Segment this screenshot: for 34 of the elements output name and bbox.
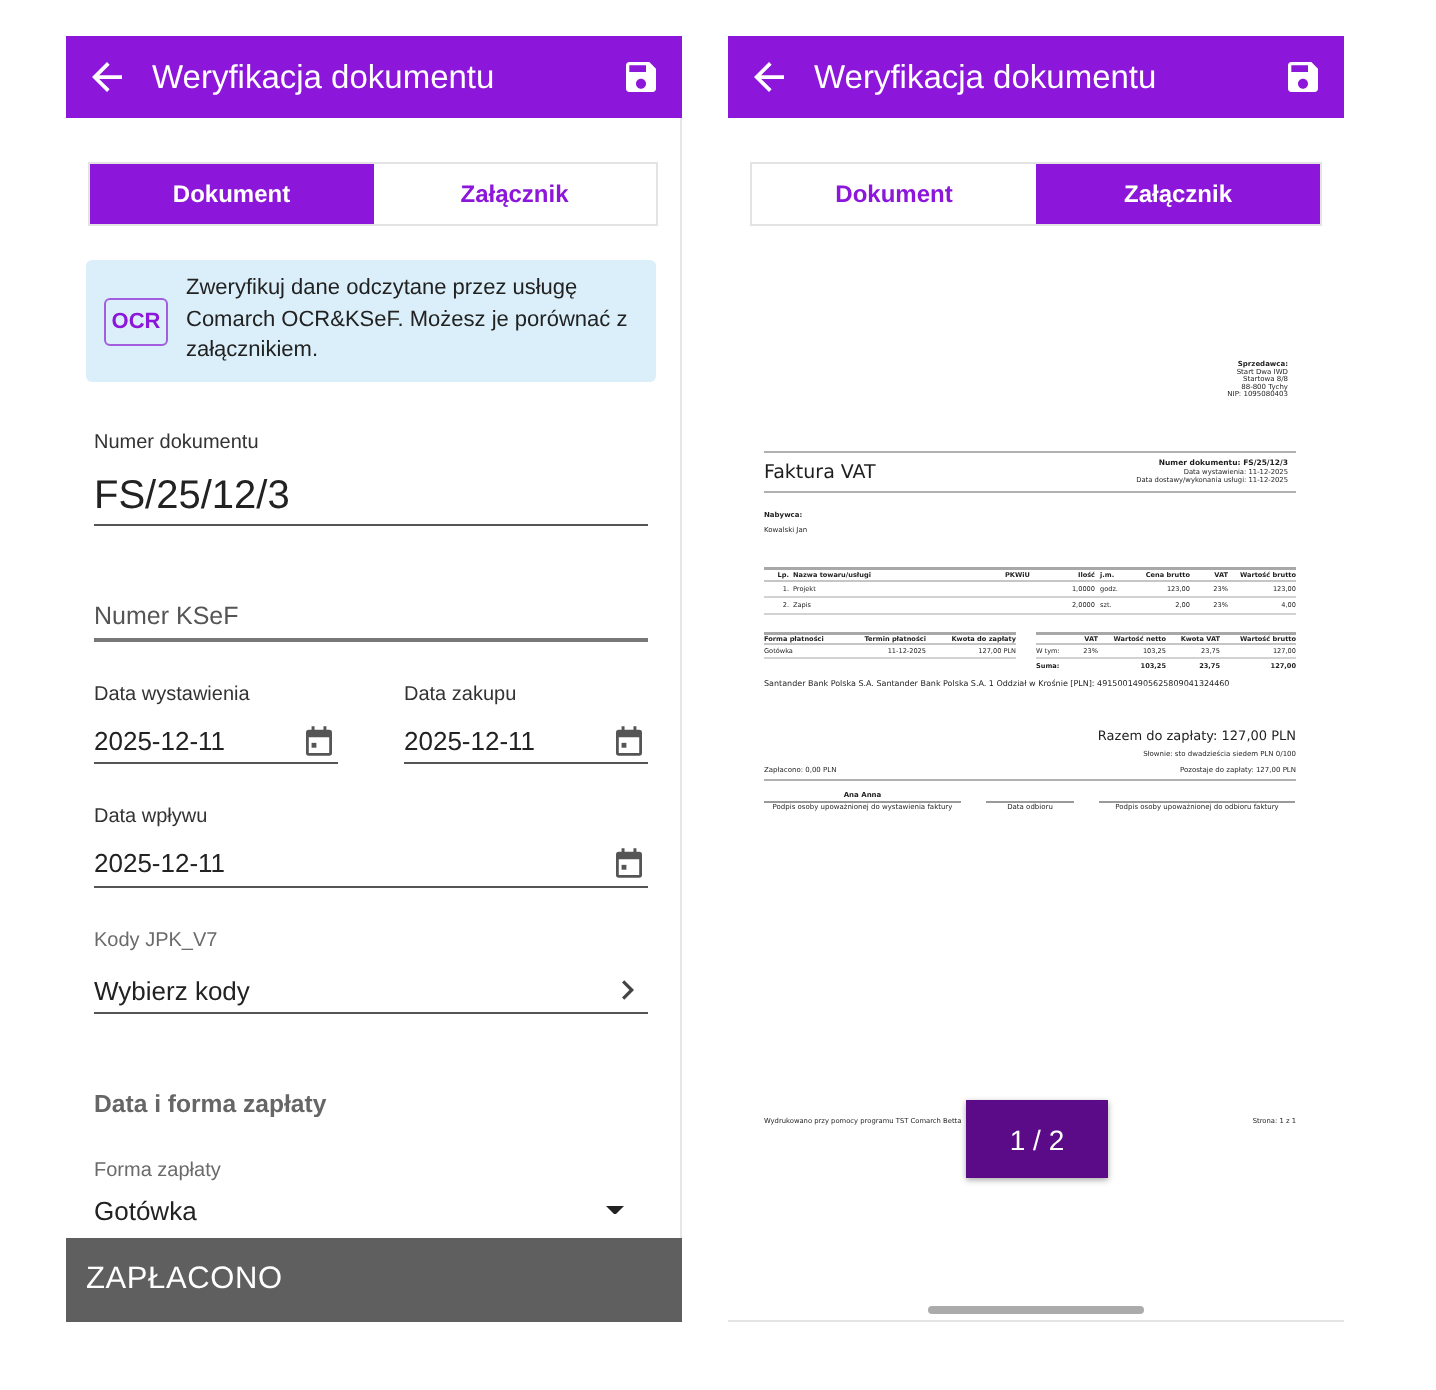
text-field[interactable]: Numer KSeF [94, 599, 648, 641]
save-icon[interactable] [1288, 62, 1318, 92]
field-label: Forma zapłaty [94, 1157, 223, 1183]
back-arrow-icon[interactable] [754, 62, 784, 92]
calendar-icon[interactable] [616, 848, 642, 878]
ocr-badge: OCR [104, 297, 168, 345]
tab[interactable]: Załącznik [1036, 164, 1320, 224]
caret-down-icon [606, 1205, 624, 1215]
dropdown-field[interactable]: Gotówka [94, 1193, 648, 1232]
tab[interactable]: Dokument [90, 164, 373, 224]
back-arrow-icon[interactable] [92, 62, 122, 92]
field-label: Data wpływu [94, 804, 210, 830]
chevron-right-icon [622, 980, 634, 1000]
calendar-icon[interactable] [616, 725, 642, 755]
scrollbar-thumb[interactable] [928, 1306, 1144, 1314]
calendar-icon[interactable] [306, 725, 332, 755]
screen-title: Weryfikacja dokumentu [152, 57, 495, 97]
page-indicator: 1 / 2 [966, 1100, 1108, 1178]
picker-field[interactable]: Wybierz kody [94, 973, 648, 1014]
signature-line [986, 801, 1074, 803]
text-field[interactable]: FS/25/12/3 [94, 471, 648, 525]
screen-title: Weryfikacja dokumentu [814, 57, 1157, 97]
paid-button[interactable]: ZAPŁACONO [66, 1238, 682, 1322]
field-label: Data zakupu [404, 681, 519, 707]
save-icon[interactable] [626, 62, 656, 92]
date-field[interactable]: 2025-12-11 [94, 846, 648, 887]
section-title: Data i forma zapłaty [94, 1088, 329, 1120]
date-field[interactable]: 2025-12-11 [404, 723, 648, 764]
field-label: Numer dokumentu [94, 430, 261, 456]
date-field[interactable]: 2025-12-11 [94, 723, 338, 764]
info-text: Zweryfikuj dane odczytane przez usługę Comarch OCR&KSeF. Możesz je porównać z załącznikiem. [186, 274, 630, 367]
invoice-title: Faktura VAT [764, 461, 876, 483]
field-label: Kody JPK_V7 [94, 927, 220, 953]
field-label: Data wystawienia [94, 681, 252, 707]
